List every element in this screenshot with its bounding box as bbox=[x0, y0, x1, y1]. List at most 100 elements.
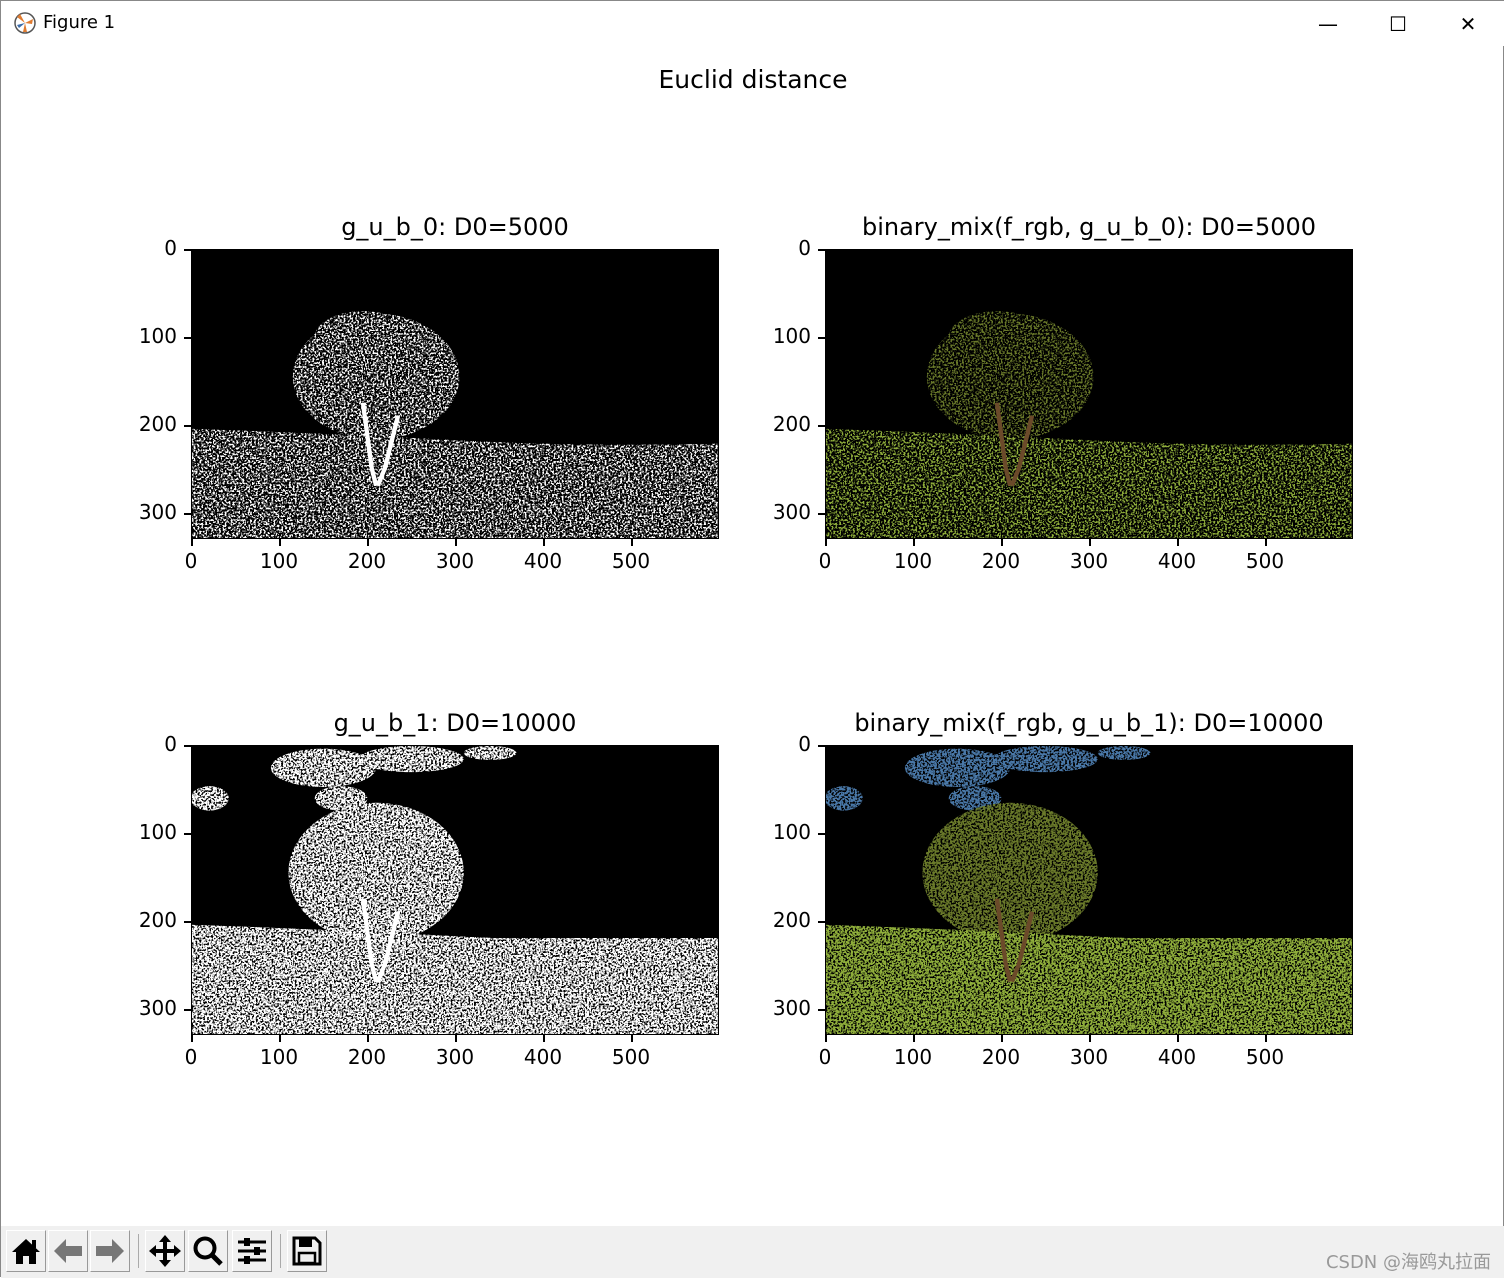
x-tick-mark bbox=[279, 539, 281, 546]
y-tick-label: 200 bbox=[138, 412, 177, 437]
y-tick-label: 100 bbox=[138, 820, 177, 844]
maximize-button[interactable]: ☐ bbox=[1363, 1, 1433, 46]
x-tick-mark bbox=[367, 539, 369, 546]
x-tick-mark bbox=[543, 1035, 545, 1042]
title-bar: Figure 1 — ☐ ✕ bbox=[1, 1, 1504, 46]
window-title: Figure 1 bbox=[43, 12, 116, 33]
x-tick-mark bbox=[631, 539, 633, 546]
figure-suptitle: Euclid distance bbox=[658, 65, 848, 94]
y-tick-mark bbox=[184, 745, 191, 747]
minimize-icon: — bbox=[1318, 11, 1338, 36]
x-tick-mark bbox=[543, 539, 545, 546]
x-tick-label: 0 bbox=[184, 549, 198, 573]
y-tick-label: 100 bbox=[138, 324, 177, 348]
floppy-disk-icon bbox=[292, 1236, 322, 1266]
y-tick-mark bbox=[818, 921, 825, 923]
image-axes[interactable] bbox=[825, 745, 1353, 1035]
x-tick-label: 400 bbox=[523, 549, 563, 573]
x-tick-mark bbox=[1089, 1035, 1091, 1042]
x-tick-label: 100 bbox=[893, 1045, 933, 1069]
close-button[interactable]: ✕ bbox=[1433, 1, 1503, 46]
y-tick-label: 200 bbox=[772, 412, 811, 437]
image-plot bbox=[826, 250, 1352, 538]
x-tick-label: 200 bbox=[981, 1045, 1021, 1069]
y-tick-label: 200 bbox=[772, 908, 811, 933]
x-tick-mark bbox=[825, 539, 827, 546]
matplotlib-logo-icon bbox=[14, 12, 36, 34]
y-tick-mark bbox=[184, 249, 191, 251]
y-tick-mark bbox=[818, 833, 825, 835]
y-tick-mark bbox=[184, 337, 191, 339]
image-axes[interactable] bbox=[191, 745, 719, 1035]
y-tick-mark bbox=[818, 249, 825, 251]
y-tick-label: 300 bbox=[138, 500, 177, 525]
x-tick-mark bbox=[455, 1035, 457, 1042]
x-tick-mark bbox=[367, 1035, 369, 1042]
forward-arrow-icon bbox=[96, 1239, 124, 1263]
x-tick-mark bbox=[1001, 1035, 1003, 1042]
save-button[interactable] bbox=[287, 1230, 327, 1272]
home-button[interactable] bbox=[6, 1230, 46, 1272]
y-tick-label: 0 bbox=[164, 236, 177, 260]
maximize-icon: ☐ bbox=[1389, 11, 1407, 36]
x-tick-label: 100 bbox=[259, 1045, 299, 1069]
y-tick-mark bbox=[184, 921, 191, 923]
y-tick-mark bbox=[818, 337, 825, 339]
image-plot bbox=[192, 250, 718, 538]
x-tick-label: 200 bbox=[981, 549, 1021, 573]
zoom-button[interactable] bbox=[188, 1230, 228, 1272]
y-tick-label: 100 bbox=[772, 324, 811, 348]
move-arrows-icon bbox=[149, 1235, 181, 1267]
home-icon bbox=[12, 1239, 40, 1264]
x-tick-mark bbox=[913, 1035, 915, 1042]
y-tick-label: 300 bbox=[772, 500, 811, 525]
y-tick-mark bbox=[184, 513, 191, 515]
y-tick-mark bbox=[818, 745, 825, 747]
x-tick-label: 100 bbox=[259, 549, 299, 573]
x-tick-mark bbox=[455, 539, 457, 546]
x-tick-label: 500 bbox=[611, 1045, 651, 1069]
watermark: CSDN @海鸥丸拉面 bbox=[1325, 1252, 1491, 1273]
x-tick-label: 300 bbox=[1069, 1045, 1109, 1069]
y-tick-mark bbox=[818, 425, 825, 427]
x-tick-label: 500 bbox=[1245, 549, 1285, 573]
minimize-button[interactable]: — bbox=[1293, 1, 1363, 46]
x-tick-mark bbox=[631, 1035, 633, 1042]
x-tick-mark bbox=[1265, 1035, 1267, 1042]
pan-button[interactable] bbox=[145, 1230, 185, 1272]
image-axes[interactable] bbox=[825, 249, 1353, 539]
x-tick-mark bbox=[825, 1035, 827, 1042]
y-tick-label: 0 bbox=[164, 732, 177, 756]
magnifier-icon bbox=[193, 1236, 223, 1266]
x-tick-mark bbox=[191, 1035, 193, 1042]
y-tick-label: 300 bbox=[138, 996, 177, 1021]
back-arrow-icon bbox=[54, 1239, 82, 1263]
x-tick-label: 0 bbox=[818, 549, 832, 573]
back-button[interactable] bbox=[48, 1230, 88, 1272]
x-tick-label: 300 bbox=[1069, 549, 1109, 573]
y-tick-label: 300 bbox=[772, 996, 811, 1021]
y-tick-mark bbox=[818, 1009, 825, 1011]
x-tick-label: 300 bbox=[435, 1045, 475, 1069]
image-axes[interactable] bbox=[191, 249, 719, 539]
toolbar-separator bbox=[280, 1234, 281, 1268]
x-tick-mark bbox=[279, 1035, 281, 1042]
x-tick-mark bbox=[1089, 539, 1091, 546]
forward-button[interactable] bbox=[90, 1230, 130, 1272]
y-tick-label: 200 bbox=[138, 908, 177, 933]
x-tick-mark bbox=[1001, 539, 1003, 546]
x-tick-label: 200 bbox=[347, 549, 387, 573]
x-tick-label: 400 bbox=[523, 1045, 563, 1069]
y-tick-label: 0 bbox=[798, 236, 811, 260]
x-tick-label: 500 bbox=[1245, 1045, 1285, 1069]
x-tick-label: 200 bbox=[347, 1045, 387, 1069]
configure-subplots-button[interactable] bbox=[232, 1230, 272, 1272]
navigation-toolbar: CSDN @海鸥丸拉面 bbox=[1, 1226, 1504, 1278]
y-tick-mark bbox=[184, 833, 191, 835]
y-tick-label: 100 bbox=[772, 820, 811, 844]
x-tick-label: 400 bbox=[1157, 549, 1197, 573]
image-plot bbox=[192, 746, 718, 1034]
sliders-icon bbox=[238, 1238, 266, 1264]
y-tick-mark bbox=[184, 425, 191, 427]
y-tick-mark bbox=[818, 513, 825, 515]
